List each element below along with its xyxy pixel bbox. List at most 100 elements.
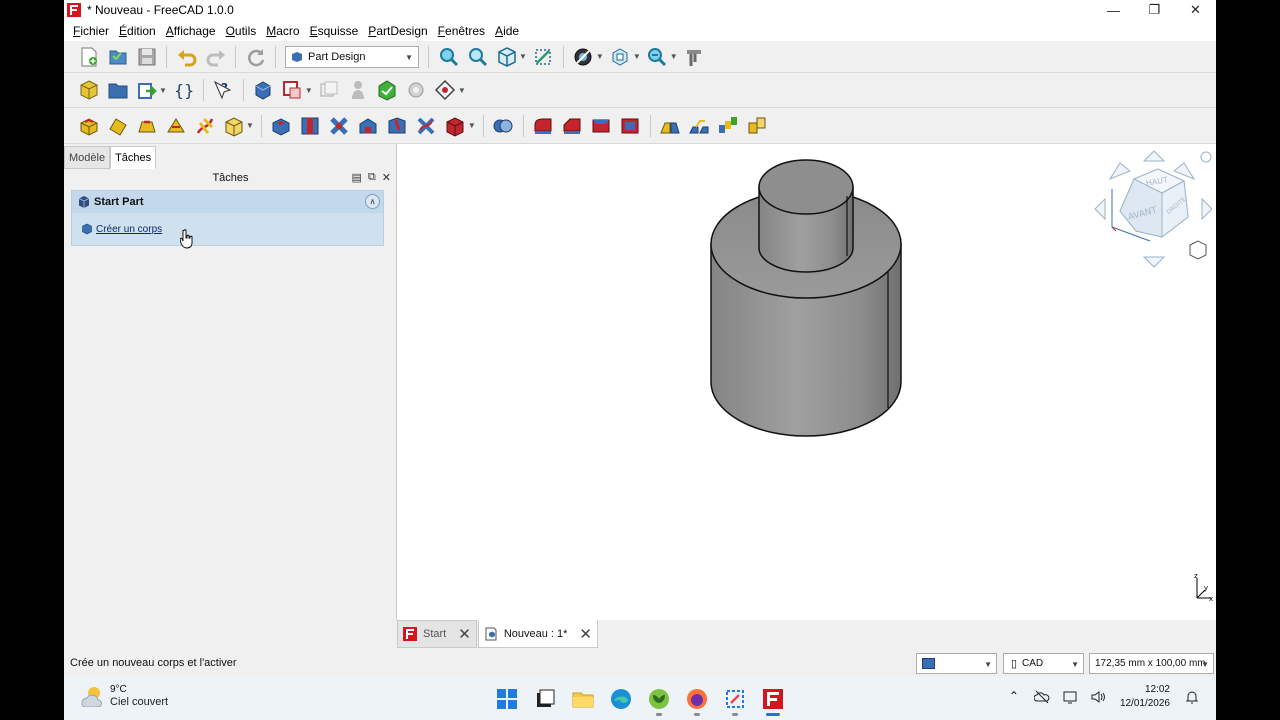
menu-partdesign[interactable]: PartDesign: [363, 24, 432, 38]
create-sketch-gray-button[interactable]: [346, 78, 370, 102]
create-group-button[interactable]: [106, 78, 130, 102]
chevron-down-icon[interactable]: ▼: [468, 121, 476, 130]
measure-button[interactable]: [682, 45, 706, 69]
pocket-button[interactable]: [269, 114, 293, 138]
menu-aide[interactable]: Aide: [490, 24, 524, 38]
fit-all-button[interactable]: [437, 45, 461, 69]
open-document-button[interactable]: [106, 45, 130, 69]
menu-outils[interactable]: Outils: [221, 24, 262, 38]
clone-button[interactable]: [317, 78, 341, 102]
menu-esquisse[interactable]: Esquisse: [305, 24, 364, 38]
multi-transform-button[interactable]: [745, 114, 769, 138]
close-icon[interactable]: ✕: [458, 625, 471, 643]
navigation-cube[interactable]: HAUT AVANT DROITE: [1092, 149, 1212, 269]
fillet-button[interactable]: [531, 114, 555, 138]
arrow-left-icon[interactable]: [1094, 197, 1106, 221]
pad-button[interactable]: [77, 114, 101, 138]
chevron-down-icon[interactable]: ▼: [519, 52, 527, 61]
menu-fenetres[interactable]: Fenêtres: [433, 24, 490, 38]
dimension-selector[interactable]: 172,35 mm x 100,00 mm ▼: [1089, 653, 1214, 674]
tab-taches[interactable]: Tâches: [110, 146, 157, 169]
menu-macro[interactable]: Macro: [261, 24, 304, 38]
doc-tab-nouveau[interactable]: Nouveau : 1* ✕: [477, 620, 598, 648]
chamfer-button[interactable]: [560, 114, 584, 138]
firefox-button[interactable]: [678, 683, 716, 716]
clock[interactable]: 12:02 12/01/2026: [1120, 683, 1170, 711]
datum-button[interactable]: [433, 78, 457, 102]
create-part-button[interactable]: [77, 78, 101, 102]
standard-views-button[interactable]: [495, 45, 519, 69]
hole-button[interactable]: [298, 114, 322, 138]
collapse-chevron-icon[interactable]: ∧: [365, 194, 380, 209]
link-actions-button[interactable]: [135, 78, 159, 102]
chevron-down-icon[interactable]: ▼: [633, 52, 641, 61]
cloud-offline-icon[interactable]: [1033, 689, 1050, 705]
arrow-down-icon[interactable]: [1142, 256, 1166, 268]
chevron-down-icon[interactable]: ▼: [670, 52, 678, 61]
maximize-button[interactable]: ❐: [1134, 0, 1175, 20]
subtractive-helix-button[interactable]: [414, 114, 438, 138]
dock-toggle-icon[interactable]: ▤: [352, 171, 362, 184]
arrow-right-icon[interactable]: [1201, 197, 1212, 221]
linear-pattern-button[interactable]: [687, 114, 711, 138]
menu-fichier[interactable]: Fichier: [68, 24, 114, 38]
freecad-taskbar-button[interactable]: [754, 683, 792, 716]
mirrored-button[interactable]: [658, 114, 682, 138]
thickness-button[interactable]: [618, 114, 642, 138]
groove-button[interactable]: [327, 114, 351, 138]
arrow-up-icon[interactable]: [1142, 150, 1166, 162]
fit-selection-button[interactable]: [466, 45, 490, 69]
doc-tab-start[interactable]: Start ✕: [397, 620, 477, 648]
chevron-down-icon[interactable]: ▼: [246, 121, 254, 130]
bounding-box-button[interactable]: [608, 45, 632, 69]
redo-button[interactable]: [204, 45, 228, 69]
snipping-tool-button[interactable]: [716, 683, 754, 716]
measure-view-button[interactable]: [531, 45, 555, 69]
network-icon[interactable]: [1062, 689, 1078, 705]
draft-button[interactable]: [589, 114, 613, 138]
zoom-button[interactable]: [645, 45, 669, 69]
tab-modele[interactable]: Modèle: [64, 146, 111, 169]
green-app-button[interactable]: [640, 683, 678, 716]
weather-widget[interactable]: 9°C Ciel couvert: [78, 683, 168, 709]
menu-edition[interactable]: Édition: [114, 24, 161, 38]
file-explorer-button[interactable]: [564, 683, 602, 715]
additive-primitive-button[interactable]: [222, 114, 246, 138]
terminal-app-button[interactable]: [526, 683, 564, 715]
undo-button[interactable]: [175, 45, 199, 69]
chevron-down-icon[interactable]: ▼: [596, 52, 604, 61]
3d-viewport[interactable]: HAUT AVANT DROITE z y x: [397, 144, 1216, 620]
variable-set-button[interactable]: {}: [171, 78, 195, 102]
save-button[interactable]: [135, 45, 159, 69]
new-document-button[interactable]: [77, 45, 101, 69]
additive-helix-button[interactable]: [193, 114, 217, 138]
shape-binder-button[interactable]: [280, 78, 304, 102]
boolean-button[interactable]: [491, 114, 515, 138]
draw-style-button[interactable]: [571, 45, 595, 69]
create-body-button[interactable]: [251, 78, 275, 102]
validate-sketch-button[interactable]: [404, 78, 428, 102]
chevron-up-icon[interactable]: ⌃: [1006, 689, 1022, 705]
minimize-button[interactable]: —: [1093, 0, 1134, 20]
view-menu-cube-icon[interactable]: [1189, 240, 1207, 260]
subtractive-loft-button[interactable]: [356, 114, 380, 138]
workbench-selector[interactable]: Part Design ▼: [285, 45, 419, 68]
menu-affichage[interactable]: Affichage: [161, 24, 221, 38]
notification-bell-icon[interactable]: [1184, 689, 1200, 705]
rotate-left-arrow-icon[interactable]: [1108, 162, 1131, 181]
progress-selector[interactable]: ▼: [916, 653, 997, 674]
chevron-down-icon[interactable]: ▼: [159, 86, 167, 95]
close-panel-icon[interactable]: ✕: [382, 171, 391, 184]
refresh-button[interactable]: [244, 45, 268, 69]
chevron-down-icon[interactable]: ▼: [458, 86, 466, 95]
navcube-menu-icon[interactable]: [1200, 151, 1212, 163]
create-body-link[interactable]: Créer un corps: [96, 224, 162, 235]
close-icon[interactable]: ✕: [579, 625, 592, 643]
subtractive-primitive-button[interactable]: [443, 114, 467, 138]
create-sketch-button[interactable]: [375, 78, 399, 102]
revolution-button[interactable]: [106, 114, 130, 138]
navigation-style-selector[interactable]: ▯ CAD ▼: [1003, 653, 1084, 674]
float-panel-icon[interactable]: ⧉: [368, 171, 376, 184]
whats-this-button[interactable]: ?: [211, 78, 235, 102]
volume-icon[interactable]: [1090, 689, 1106, 705]
